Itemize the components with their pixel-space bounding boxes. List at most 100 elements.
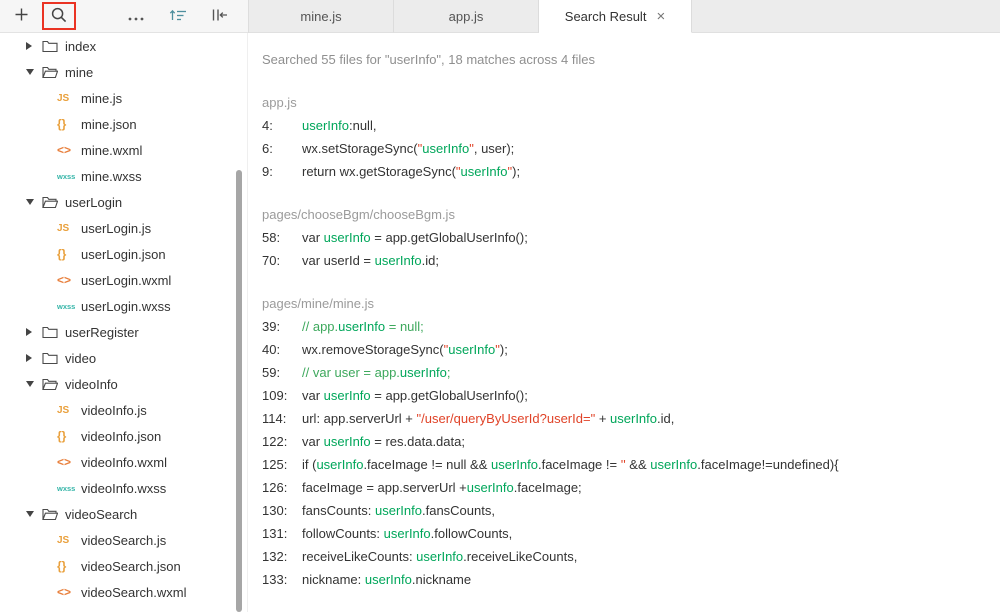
result-group: pages/chooseBgm/chooseBgm.js 58: var userI…	[262, 203, 990, 272]
sidebar-scrollbar-thumb[interactable]	[236, 170, 242, 612]
code-text: .followCounts,	[430, 526, 513, 541]
chevron-down-icon[interactable]	[26, 69, 36, 75]
tree-folder-userlogin[interactable]: userLogin	[0, 189, 247, 215]
chevron-right-icon[interactable]	[26, 354, 36, 362]
result-line[interactable]: 39: // app.userInfo = null;	[262, 315, 990, 338]
match-text: userInfo	[650, 457, 698, 472]
result-line[interactable]: 59: // var user = app.userInfo;	[262, 361, 990, 384]
tree-file-userlogin-json[interactable]: {} userLogin.json	[0, 241, 247, 267]
wxml-file-icon: <>	[57, 585, 72, 599]
collapse-panel-button[interactable]	[206, 3, 232, 29]
result-line[interactable]: 114: url: app.serverUrl + "/user/queryByU…	[262, 407, 990, 430]
tree-file-videoinfo-wxml[interactable]: <> videoInfo.wxml	[0, 449, 247, 475]
chevron-down-icon[interactable]	[26, 199, 36, 205]
line-number: 40:	[262, 342, 281, 357]
match-text: userInfo	[323, 230, 371, 245]
line-code: url: app.serverUrl + "/user/queryByUserI…	[302, 407, 674, 430]
tree-file-videoinfo-wxss[interactable]: wxss videoInfo.wxss	[0, 475, 247, 501]
search-button[interactable]	[46, 3, 72, 29]
line-number: 131:	[262, 526, 288, 541]
tree-item-label: userLogin	[65, 194, 123, 210]
sort-lines-icon	[169, 8, 187, 25]
tab-mine-js[interactable]: mine.js	[249, 0, 394, 33]
tree-item-label: videoInfo.wxss	[81, 480, 167, 496]
match-text: userInfo	[338, 319, 386, 334]
line-code: var userInfo = res.data.data;	[302, 430, 465, 453]
result-line[interactable]: 109: var userInfo = app.getGlobalUserInfo…	[262, 384, 990, 407]
result-line[interactable]: 131: followCounts: userInfo.followCounts,	[262, 522, 990, 545]
tree-item-label: mine	[65, 64, 94, 80]
line-code: fansCounts: userInfo.fansCounts,	[302, 499, 495, 522]
result-group: app.js 4: userInfo:null, 6: wx.setStorageSyn…	[262, 91, 990, 183]
tree-file-mine-wxml[interactable]: <> mine.wxml	[0, 137, 247, 163]
chevron-down-icon[interactable]	[26, 381, 36, 387]
sort-files-button[interactable]	[165, 3, 191, 29]
result-line[interactable]: 40: wx.removeStorageSync("userInfo");	[262, 338, 990, 361]
tab-app-js[interactable]: app.js	[394, 0, 539, 33]
folder-open-icon	[42, 195, 58, 209]
folder-icon	[42, 351, 58, 365]
more-options-button[interactable]	[123, 3, 149, 29]
code-text: .nickname	[411, 572, 472, 587]
code-text: if (	[302, 457, 317, 472]
js-file-icon: JS	[57, 534, 70, 546]
result-line[interactable]: 122: var userInfo = res.data.data;	[262, 430, 990, 453]
code-text: .faceImage != null &&	[363, 457, 491, 472]
tree-file-videoinfo-json[interactable]: {} videoInfo.json	[0, 423, 247, 449]
wxml-file-icon: <>	[57, 273, 72, 287]
search-result-groups: app.js 4: userInfo:null, 6: wx.setStorageSyn…	[262, 91, 990, 591]
tree-folder-mine[interactable]: mine	[0, 59, 247, 85]
tree-item-label: mine.js	[81, 90, 123, 106]
result-line[interactable]: 70: var userId = userInfo.id;	[262, 249, 990, 272]
result-line[interactable]: 133: nickname: userInfo.nickname	[262, 568, 990, 591]
tree-item-label: userLogin.json	[81, 246, 166, 262]
code-text: faceImage = app.serverUrl +	[302, 480, 467, 495]
result-line[interactable]: 126: faceImage = app.serverUrl +userInfo.…	[262, 476, 990, 499]
add-file-button[interactable]	[8, 3, 34, 29]
tree-file-videoinfo-js[interactable]: JS videoInfo.js	[0, 397, 247, 423]
result-line[interactable]: 4: userInfo:null,	[262, 114, 990, 137]
chevron-right-icon[interactable]	[26, 42, 36, 50]
tree-file-mine-json[interactable]: {} mine.json	[0, 111, 247, 137]
tab-label: mine.js	[300, 8, 342, 24]
line-number: 59:	[262, 365, 281, 380]
tree-item-label: videoSearch.wxml	[81, 584, 187, 600]
tree-file-userlogin-wxml[interactable]: <> userLogin.wxml	[0, 267, 247, 293]
tree-item-label: videoInfo.wxml	[81, 454, 167, 470]
tree-file-mine-js[interactable]: JS mine.js	[0, 85, 247, 111]
tree-file-videosearch-js[interactable]: JS videoSearch.js	[0, 527, 247, 553]
code-text: = app.getGlobalUserInfo();	[370, 388, 528, 403]
result-line[interactable]: 58: var userInfo = app.getGlobalUserInfo(…	[262, 226, 990, 249]
tree-file-videosearch-wxml[interactable]: <> videoSearch.wxml	[0, 579, 247, 605]
tree-folder-userregister[interactable]: userRegister	[0, 319, 247, 345]
tree-folder-videoinfo[interactable]: videoInfo	[0, 371, 247, 397]
code-text: fansCounts:	[302, 503, 375, 518]
tree-file-mine-wxss[interactable]: wxss mine.wxss	[0, 163, 247, 189]
match-text: userInfo	[460, 164, 508, 179]
result-line[interactable]: 130: fansCounts: userInfo.fansCounts,	[262, 499, 990, 522]
tree-folder-video[interactable]: video	[0, 345, 247, 371]
collapse-panel-icon	[211, 8, 228, 25]
result-line[interactable]: 6: wx.setStorageSync("userInfo", user);	[262, 137, 990, 160]
tree-folder-index[interactable]: index	[0, 33, 247, 59]
line-code: var userInfo = app.getGlobalUserInfo();	[302, 226, 528, 249]
line-number: 9:	[262, 164, 273, 179]
tab-bar-filler	[692, 0, 1000, 33]
result-line[interactable]: 125: if (userInfo.faceImage != null && us…	[262, 453, 990, 476]
line-code: nickname: userInfo.nickname	[302, 568, 471, 591]
tree-folder-videosearch[interactable]: videoSearch	[0, 501, 247, 527]
tree-item-label: videoInfo.js	[81, 402, 147, 418]
tree-file-userlogin-js[interactable]: JS userLogin.js	[0, 215, 247, 241]
code-text: .faceImage !=	[537, 457, 621, 472]
chevron-down-icon[interactable]	[26, 511, 36, 517]
result-line[interactable]: 9: return wx.getStorageSync("userInfo");	[262, 160, 990, 183]
tree-file-videosearch-wxss[interactable]: wxssvideoSearch.wxss	[0, 605, 247, 612]
tree-file-userlogin-wxss[interactable]: wxss userLogin.wxss	[0, 293, 247, 319]
result-line[interactable]: 132: receiveLikeCounts: userInfo.receiveL…	[262, 545, 990, 568]
wxml-file-icon: <>	[57, 143, 72, 157]
tab-search-result[interactable]: Search Result ×	[539, 0, 692, 33]
chevron-right-icon[interactable]	[26, 328, 36, 336]
tree-file-videosearch-json[interactable]: {} videoSearch.json	[0, 553, 247, 579]
wxml-file-icon: <>	[57, 455, 72, 469]
close-tab-icon[interactable]: ×	[656, 9, 665, 24]
